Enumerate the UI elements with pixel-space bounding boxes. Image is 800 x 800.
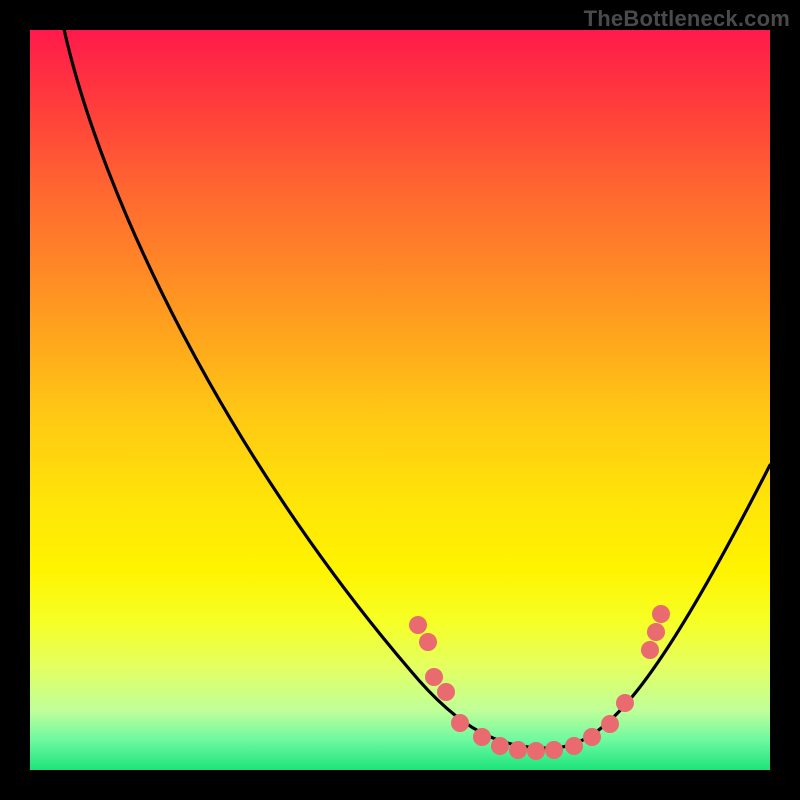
marker-dot	[545, 741, 563, 759]
marker-dot	[451, 714, 469, 732]
marker-dot	[419, 633, 437, 651]
marker-dot	[491, 737, 509, 755]
watermark-text: TheBottleneck.com	[584, 6, 790, 32]
marker-dot	[473, 728, 491, 746]
marker-dot	[409, 616, 427, 634]
marker-dot	[565, 737, 583, 755]
marker-dot	[616, 694, 634, 712]
marker-dot	[647, 623, 665, 641]
marker-dot	[509, 741, 527, 759]
chart-svg	[30, 30, 770, 770]
marker-dot	[437, 683, 455, 701]
curve-markers	[409, 605, 670, 760]
marker-dot	[527, 742, 545, 760]
marker-dot	[583, 728, 601, 746]
marker-dot	[601, 715, 619, 733]
marker-dot	[652, 605, 670, 623]
marker-dot	[641, 641, 659, 659]
curve-line	[62, 30, 770, 748]
marker-dot	[425, 668, 443, 686]
chart-plot-area	[30, 30, 770, 770]
